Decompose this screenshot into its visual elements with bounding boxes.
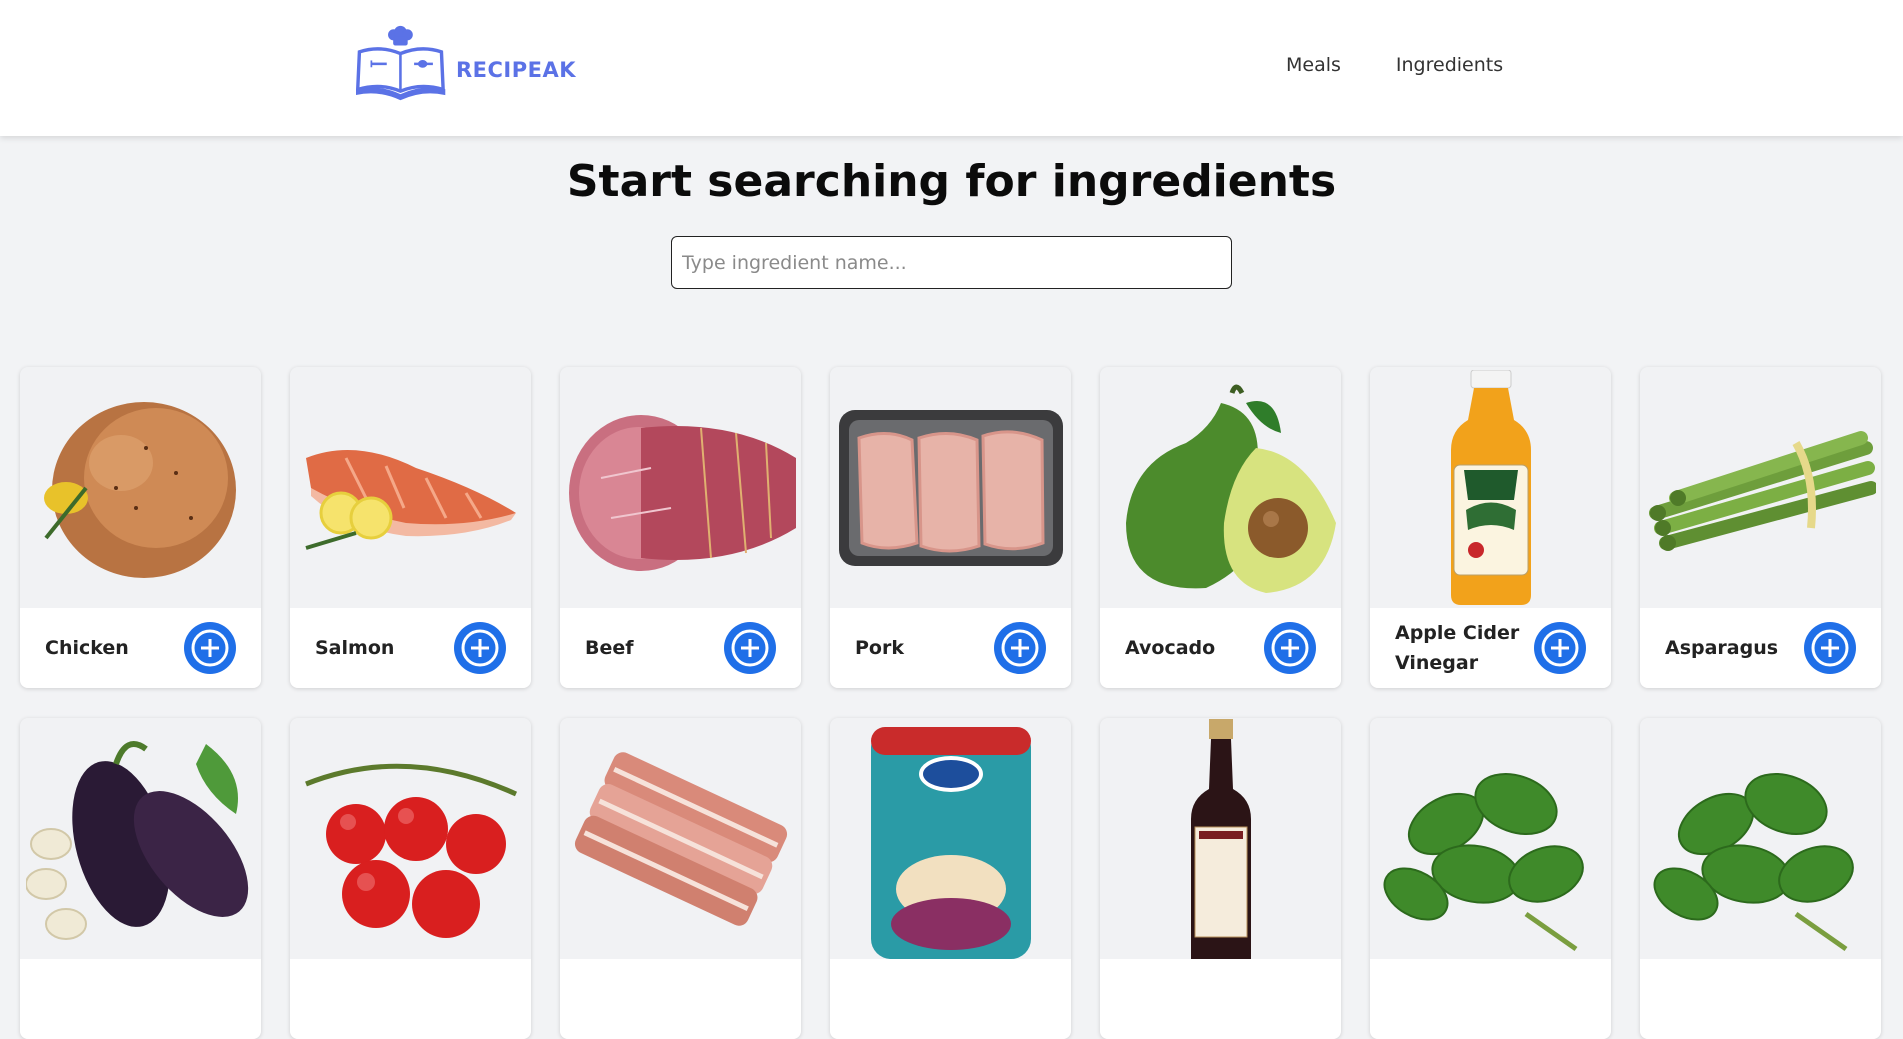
ingredient-card-footer: Salmon <box>290 608 531 688</box>
ingredient-card[interactable] <box>560 718 801 1039</box>
ingredient-grid: Chicken Salmon Beef Pork Avocado Apple C… <box>20 367 1884 1039</box>
add-ingredient-button[interactable] <box>994 622 1046 674</box>
plus-circle-icon <box>191 629 229 667</box>
ingredient-card[interactable] <box>290 718 531 1039</box>
ingredient-card-footer: Pork <box>830 608 1071 688</box>
ingredient-name: Beef <box>585 637 634 659</box>
ingredient-card-footer <box>20 959 261 1039</box>
ingredient-card-footer <box>1100 959 1341 1039</box>
ingredient-card-footer <box>1640 959 1881 1039</box>
balsamic-bottle-image <box>1100 718 1341 959</box>
ingredient-card[interactable]: Pork <box>830 367 1071 688</box>
plus-circle-icon <box>1271 629 1309 667</box>
pork-chops-tray-image <box>830 367 1071 608</box>
ingredient-card-footer: Asparagus <box>1640 608 1881 688</box>
eggplant-image <box>20 718 261 959</box>
tomatoes-image <box>290 718 531 959</box>
add-ingredient-button[interactable] <box>1804 622 1856 674</box>
basil-image <box>1640 718 1881 959</box>
ingredient-card-footer <box>1370 959 1611 1039</box>
ingredient-card-footer <box>290 959 531 1039</box>
recipe-book-logo-icon <box>356 25 446 101</box>
ingredient-name: Asparagus <box>1665 637 1779 659</box>
ingredient-card[interactable]: Asparagus <box>1640 367 1881 688</box>
page-title: Start searching for ingredients <box>566 156 1337 207</box>
main-nav: Meals Ingredients <box>1286 54 1503 76</box>
ingredient-name: Salmon <box>315 637 395 659</box>
plus-circle-icon <box>731 629 769 667</box>
asparagus-bundle-image <box>1640 367 1881 608</box>
vinegar-bottle-image <box>1370 367 1611 608</box>
plus-circle-icon <box>461 629 499 667</box>
ingredient-card[interactable] <box>830 718 1071 1039</box>
ingredient-card[interactable]: Chicken <box>20 367 261 688</box>
plus-circle-icon <box>1001 629 1039 667</box>
ingredient-card[interactable]: Beef <box>560 367 801 688</box>
ingredient-card[interactable] <box>1370 718 1611 1039</box>
bacon-image <box>560 718 801 959</box>
brand-name: RECIPEAK <box>455 58 576 82</box>
add-ingredient-button[interactable] <box>1534 622 1586 674</box>
avocado-image <box>1100 367 1341 608</box>
ingredient-card-footer: Avocado <box>1100 608 1341 688</box>
ingredient-card-footer: Apple Cider Vinegar <box>1370 608 1611 688</box>
add-ingredient-button[interactable] <box>184 622 236 674</box>
ingredient-name: Apple Cider Vinegar <box>1395 622 1520 674</box>
nav-link-ingredients[interactable]: Ingredients <box>1396 54 1503 76</box>
brand-logo[interactable]: RECIPEAK <box>356 20 576 106</box>
roast-chicken-image <box>20 367 261 608</box>
add-ingredient-button[interactable] <box>1264 622 1316 674</box>
ingredient-card[interactable] <box>20 718 261 1039</box>
ingredient-card-footer <box>560 959 801 1039</box>
ingredient-card[interactable] <box>1640 718 1881 1039</box>
salmon-fillet-image <box>290 367 531 608</box>
beef-roast-image <box>560 367 801 608</box>
plus-circle-icon <box>1541 629 1579 667</box>
ingredient-search-input[interactable] <box>671 236 1232 289</box>
ingredient-name: Avocado <box>1125 637 1216 659</box>
baking-powder-can-image <box>830 718 1071 959</box>
ingredient-card[interactable] <box>1100 718 1341 1039</box>
ingredient-card[interactable]: Apple Cider Vinegar <box>1370 367 1611 688</box>
basil-image <box>1370 718 1611 959</box>
ingredient-name: Chicken <box>45 637 129 659</box>
ingredient-name: Pork <box>855 637 904 659</box>
add-ingredient-button[interactable] <box>724 622 776 674</box>
ingredient-card-footer: Chicken <box>20 608 261 688</box>
ingredient-card-footer: Beef <box>560 608 801 688</box>
ingredient-card[interactable]: Avocado <box>1100 367 1341 688</box>
plus-circle-icon <box>1811 629 1849 667</box>
header: RECIPEAK Meals Ingredients <box>0 0 1903 136</box>
nav-link-meals[interactable]: Meals <box>1286 54 1341 76</box>
ingredient-card[interactable]: Salmon <box>290 367 531 688</box>
ingredient-card-footer <box>830 959 1071 1039</box>
add-ingredient-button[interactable] <box>454 622 506 674</box>
